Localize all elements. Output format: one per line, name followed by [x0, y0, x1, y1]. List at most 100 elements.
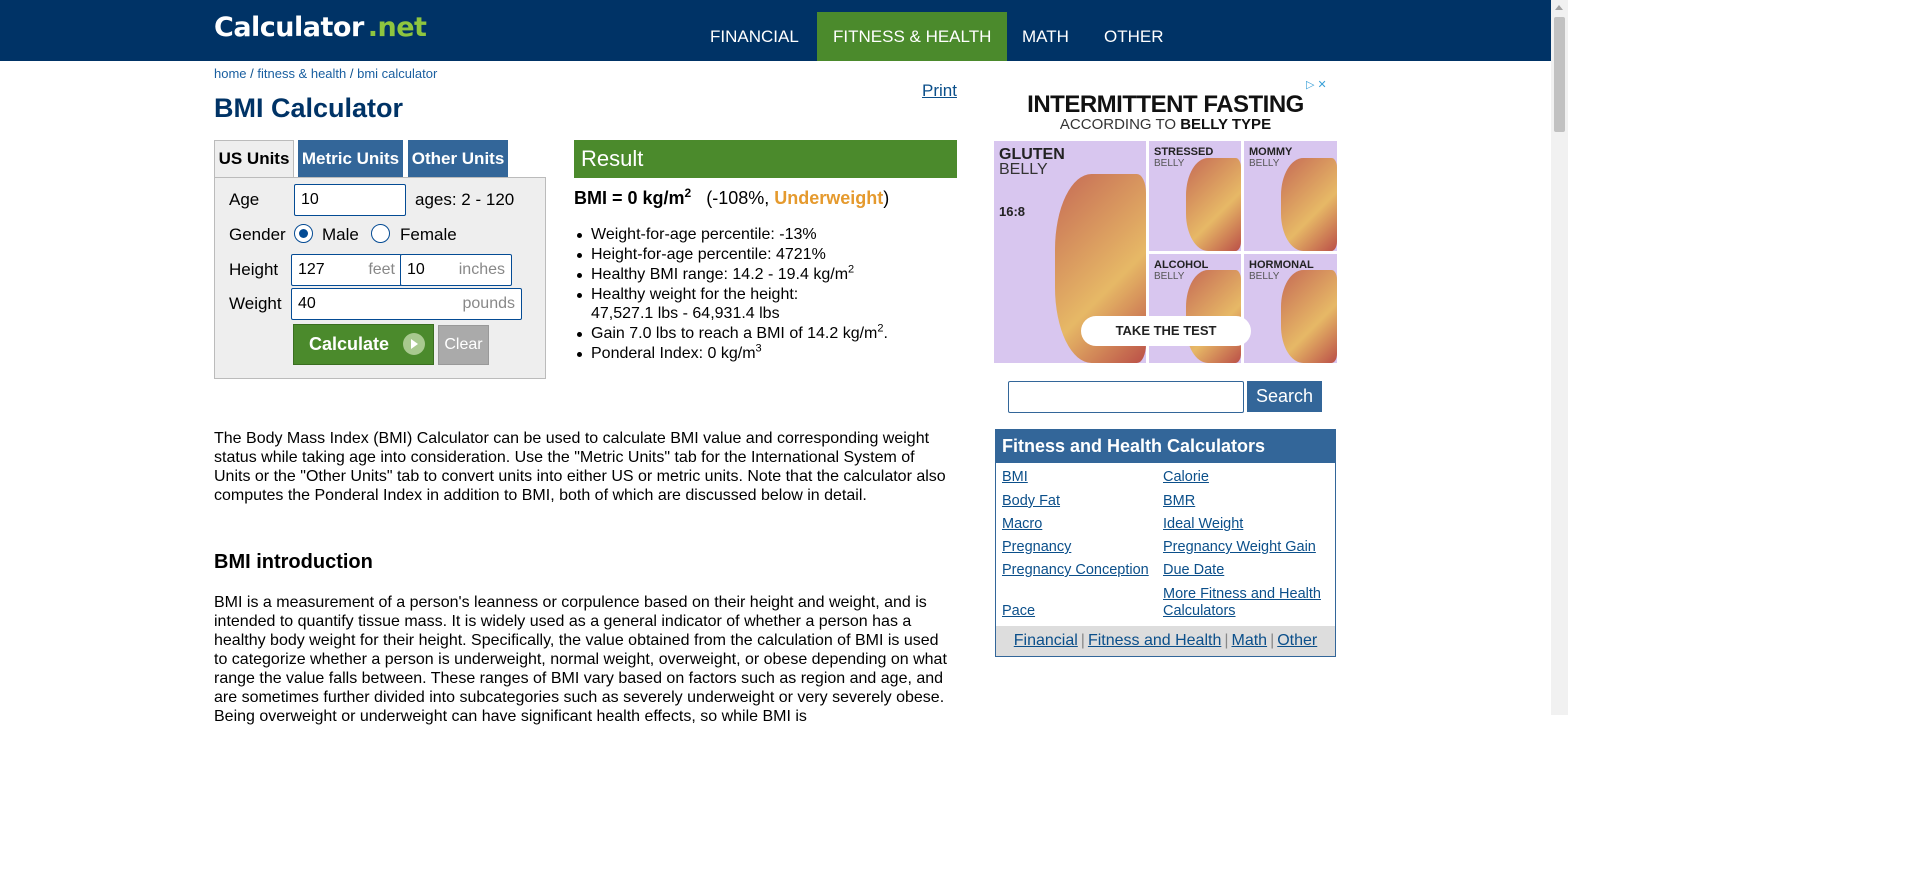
ad-sub-bold: BELLY TYPE — [1180, 116, 1272, 133]
nav-math[interactable]: MATH — [1006, 12, 1085, 61]
side-link-bmr[interactable]: BMR — [1163, 493, 1195, 510]
result-heading: Result — [574, 140, 957, 178]
ad-cta-button[interactable]: TAKE THE TEST — [1081, 316, 1251, 346]
top-navigation-bar: Calculator .net FINANCIAL FITNESS & HEALT… — [0, 0, 1551, 61]
nav-other[interactable]: OTHER — [1088, 12, 1180, 61]
weight-value: 40 — [298, 295, 316, 312]
side-link-due-date[interactable]: Due Date — [1163, 562, 1224, 579]
vertical-scrollbar[interactable] — [1551, 0, 1568, 715]
side-link-pregnancy[interactable]: Pregnancy — [1002, 539, 1071, 556]
ad-cell-sub: BELLY — [1154, 158, 1185, 169]
male-label[interactable]: Male — [322, 225, 359, 245]
list-item: Healthy weight for the height: 47,527.1 l… — [577, 285, 961, 323]
side-link-more-2[interactable]: Calculators — [1163, 603, 1236, 620]
list-item: Gain 7.0 lbs to reach a BMI of 14.2 kg/m… — [577, 323, 961, 343]
side-link-pregnancy-conception[interactable]: Pregnancy Conception — [1002, 562, 1149, 579]
side-link-pregnancy-weight-gain[interactable]: Pregnancy Weight Gain — [1163, 539, 1316, 556]
section-heading: BMI introduction — [214, 551, 373, 573]
gain-text: Gain 7.0 lbs to reach a BMI of 14.2 kg/m — [591, 325, 878, 342]
age-input[interactable]: 10 — [294, 184, 406, 216]
side-panel-footer: Financial | Fitness and Health | Math | Other — [996, 626, 1335, 656]
description-paragraph: The Body Mass Index (BMI) Calculator can… — [214, 430, 946, 504]
side-link-more[interactable]: More Fitness and Health — [1163, 586, 1321, 603]
height-feet-input[interactable]: 127 feet — [291, 254, 402, 286]
footer-link-financial[interactable]: Financial — [1014, 632, 1078, 649]
side-link-macro[interactable]: Macro — [1002, 516, 1042, 533]
ad-sub-prefix: ACCORDING TO — [1059, 116, 1181, 133]
ad-cell-sub: BELLY — [1249, 158, 1280, 169]
advertisement[interactable]: ▷ ✕ INTERMITTENT FASTING ACCORDING TO BE… — [994, 77, 1337, 363]
ad-cell-sub: BELLY — [999, 161, 1048, 178]
height-inches-value: 10 — [407, 261, 425, 278]
footer-link-math[interactable]: Math — [1232, 632, 1268, 649]
sup: 2 — [848, 263, 855, 276]
result-details: Weight-for-age percentile: -13% Height-f… — [577, 225, 961, 364]
list-item: Ponderal Index: 0 kg/m3 — [577, 343, 961, 363]
search-input[interactable] — [1008, 381, 1244, 413]
clear-button[interactable]: Clear — [438, 325, 489, 365]
list-item: Healthy BMI range: 14.2 - 19.4 kg/m2 — [577, 263, 961, 284]
separator: | — [1270, 632, 1275, 649]
ad-figure — [1281, 157, 1337, 251]
inches-unit: inches — [458, 261, 505, 278]
play-arrow-icon — [403, 333, 425, 355]
bmi-percent: (-108%, — [706, 188, 775, 208]
side-panel-heading: Fitness and Health Calculators — [996, 430, 1335, 463]
height-label: Height — [229, 260, 279, 279]
footer-link-fitness[interactable]: Fitness and Health — [1088, 632, 1221, 649]
feet-unit: feet — [368, 261, 395, 278]
ad-image-mommy: MOMMY BELLY — [1244, 141, 1337, 251]
side-link-pace[interactable]: Pace — [1002, 603, 1035, 620]
breadcrumb: home / fitness & health / bmi calculator — [214, 66, 437, 81]
female-radio[interactable] — [371, 224, 390, 243]
logo-net: .net — [367, 12, 427, 43]
age-label: Age — [229, 190, 260, 209]
side-link-ideal-weight[interactable]: Ideal Weight — [1163, 516, 1243, 533]
breadcrumb-current[interactable]: bmi calculator — [357, 66, 437, 81]
age-hint: ages: 2 - 120 — [415, 190, 515, 209]
side-link-calorie[interactable]: Calorie — [1163, 469, 1209, 486]
footer-link-other[interactable]: Other — [1277, 632, 1317, 649]
scroll-up-icon[interactable] — [1555, 5, 1563, 10]
height-feet-value: 127 — [298, 261, 325, 278]
period: . — [883, 325, 888, 342]
breadcrumb-home[interactable]: home — [214, 66, 247, 81]
paren-close: ) — [883, 188, 890, 208]
side-link-bmi[interactable]: BMI — [1002, 469, 1028, 486]
separator: | — [1224, 632, 1229, 649]
scrollbar-thumb[interactable] — [1554, 17, 1565, 132]
healthy-bmi-range: Healthy BMI range: 14.2 - 19.4 kg/m — [591, 266, 849, 283]
side-link-body-fat[interactable]: Body Fat — [1002, 493, 1060, 510]
tab-us-units[interactable]: US Units — [214, 140, 294, 178]
breadcrumb-fitness[interactable]: fitness & health — [257, 66, 346, 81]
weight-percentile: Weight-for-age percentile: -13% — [591, 226, 817, 243]
weight-input[interactable]: 40 pounds — [291, 288, 522, 320]
ad-subtitle: ACCORDING TO BELLY TYPE — [994, 116, 1337, 133]
weight-label: Weight — [229, 294, 282, 313]
ad-title: INTERMITTENT FASTING — [1027, 91, 1304, 118]
healthy-weight-label: Healthy weight for the height: — [591, 286, 799, 303]
intro-paragraph: BMI is a measurement of a person's leann… — [214, 594, 947, 725]
male-radio[interactable] — [294, 224, 313, 243]
healthy-weight-value: 47,527.1 lbs - 64,931.4 lbs — [591, 305, 780, 322]
ad-image-hormonal: HORMONAL BELLY — [1244, 254, 1337, 363]
ad-cell-heading: ALCOHOL — [1154, 259, 1209, 271]
list-item: Height-for-age percentile: 4721% — [577, 245, 961, 264]
breadcrumb-sep: / — [346, 66, 358, 81]
pounds-unit: pounds — [462, 295, 516, 312]
ad-figure — [1185, 157, 1241, 251]
ponderal-index: Ponderal Index: 0 kg/m — [591, 345, 756, 362]
female-label: Female — [400, 225, 457, 244]
separator: | — [1080, 632, 1085, 649]
tab-metric-units[interactable]: Metric Units — [298, 140, 403, 178]
print-link[interactable]: Print — [922, 81, 957, 101]
nav-fitness-health[interactable]: FITNESS & HEALTH — [817, 12, 1008, 61]
ad-cell-heading: STRESSED — [1154, 146, 1214, 158]
tab-other-units[interactable]: Other Units — [408, 140, 508, 178]
ad-cell-time: 16:8 — [999, 204, 1026, 219]
site-logo[interactable]: Calculator .net — [214, 12, 427, 43]
nav-financial[interactable]: FINANCIAL — [694, 12, 815, 61]
ad-cell-heading: HORMONAL — [1249, 259, 1314, 271]
height-inches-input[interactable]: 10 inches — [400, 254, 512, 286]
search-button[interactable]: Search — [1247, 381, 1322, 412]
